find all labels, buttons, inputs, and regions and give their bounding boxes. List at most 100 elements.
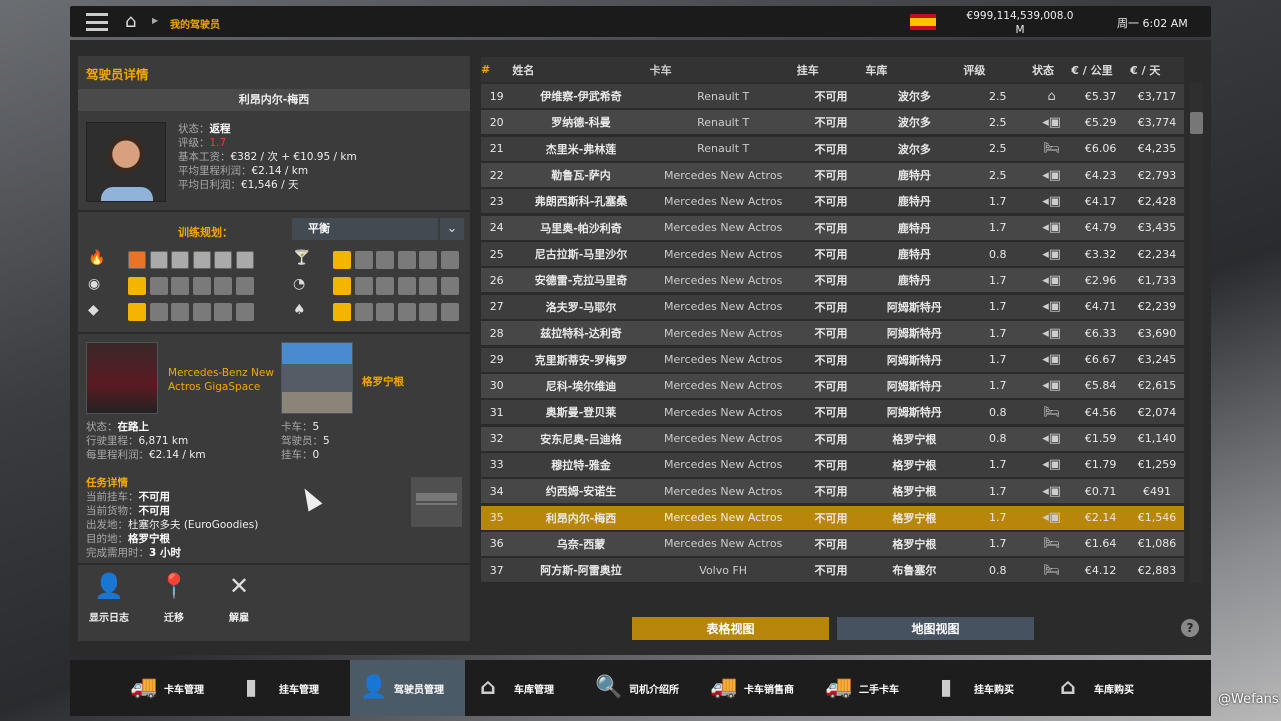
column-header[interactable]: 状态 (1032, 62, 1071, 78)
fragile-skill-level-3 (376, 251, 394, 269)
nav-item-4[interactable]: ⌂ 车库管理 (470, 660, 582, 716)
driver-name: 穆拉特-雅金 (551, 458, 611, 472)
profit-per-day: €2,883 (1137, 563, 1177, 577)
profit-per-km: €6.33 (1084, 326, 1117, 340)
driver-name: 安德雷-克拉马里奇 (534, 274, 628, 288)
relocate-button[interactable]: 📍 迁移 (151, 571, 197, 627)
column-header[interactable]: 评级 (963, 62, 1032, 78)
urgent-skill-level-5 (419, 277, 437, 295)
driving-status-icon: ◂▣ (1042, 299, 1062, 315)
row-number: 25 (489, 247, 504, 261)
table-row[interactable]: 30 尼科-埃尔维迪 Mercedes New Actros 不可用 阿姆斯特丹 1.7 ◂… (481, 373, 1184, 398)
urgent-skill-level-4 (397, 277, 416, 295)
column-header[interactable]: 姓名 (512, 62, 649, 78)
nav-item-2[interactable]: ▮ 挂车管理 (235, 660, 347, 716)
profit-per-km: €1.79 (1084, 458, 1117, 472)
column-header[interactable]: # (481, 63, 512, 76)
valuable-skill-level-2 (149, 303, 168, 321)
profit-per-day: €2,428 (1137, 194, 1177, 208)
training-plan-dropdown[interactable]: 平衡 (292, 218, 438, 240)
urgent-skill-level-3 (376, 277, 394, 295)
nav-item-7[interactable]: 🚚 二手卡车 (815, 660, 927, 716)
nav-item-6[interactable]: 🚚 卡车销售商 (700, 660, 812, 716)
column-header[interactable]: 挂车 (797, 62, 866, 78)
garage-image (281, 342, 353, 414)
table-row[interactable]: 34 约西姆-安诺生 Mercedes New Actros 不可用 格罗宁根 1.7 ◂▣… (481, 479, 1184, 504)
table-row[interactable]: 33 穆拉特-雅金 Mercedes New Actros 不可用 格罗宁根 1.7 ◂▣ €… (481, 452, 1184, 477)
table-row[interactable]: 29 克里斯蒂安-罗梅罗 Mercedes New Actros 不可用 阿姆斯特丹 1.… (481, 347, 1184, 372)
truck-model: Mercedes New Actros (664, 194, 783, 208)
row-number: 23 (489, 194, 504, 208)
eco-skill-level-5 (419, 303, 437, 321)
scrollbar-track[interactable] (1190, 83, 1203, 583)
adr-skill-level-2 (149, 251, 168, 269)
rating: 1.7 (988, 300, 1007, 314)
odometer-label: 行驶里程： (86, 435, 139, 447)
nav-item-3[interactable]: 👤 驾驶员管理 (350, 660, 465, 716)
panel-title: 驾驶员详情 (86, 67, 149, 82)
relocate-icon-label: 迁移 (164, 613, 184, 624)
trailer: 不可用 (814, 379, 848, 393)
driving-status-icon: ◂▣ (1042, 378, 1062, 394)
driver-name: 利昂内尔-梅西 (545, 511, 617, 525)
table-row[interactable]: 35 利昂内尔-梅西 Mercedes New Actros 不可用 格罗宁根 1.7 ◂▣… (481, 505, 1184, 530)
column-header[interactable]: 车库 (865, 62, 963, 78)
table-view-button[interactable]: 表格视图 (632, 617, 829, 640)
table-row[interactable]: 22 勒鲁瓦-萨内 Mercedes New Actros 不可用 鹿特丹 2.5 ◂▣ €4… (481, 163, 1184, 188)
column-header[interactable]: 卡车 (650, 62, 797, 78)
table-row[interactable]: 26 安德雷-克拉马里奇 Mercedes New Actros 不可用 鹿特丹 1.7 ◂… (481, 268, 1184, 293)
garage-drivers: 5 (323, 435, 330, 447)
table-row[interactable]: 25 尼古拉斯-马里沙尔 Mercedes New Actros 不可用 鹿特丹 0.8 ◂… (481, 242, 1184, 267)
table-row[interactable]: 28 兹拉特科-达利奇 Mercedes New Actros 不可用 阿姆斯特丹 1.7… (481, 321, 1184, 346)
log-button[interactable]: 👤 显示日志 (86, 571, 132, 627)
table-row[interactable]: 24 马里奥-帕沙利奇 Mercedes New Actros 不可用 鹿特丹 1.7 ◂▣… (481, 215, 1184, 240)
log-icon: 👤 (94, 572, 124, 600)
rating: 1.7 (988, 221, 1007, 235)
menu-icon[interactable] (86, 13, 108, 31)
nav-item-5[interactable]: 🔍 司机介绍所 (585, 660, 697, 716)
map-view-label: 地图视图 (911, 622, 960, 636)
row-number: 37 (489, 563, 504, 577)
row-number: 21 (489, 142, 504, 156)
column-header[interactable]: € / 公里 (1071, 62, 1130, 78)
trailer: 不可用 (814, 458, 848, 472)
nav-item-1[interactable]: 🚚 卡车管理 (120, 660, 232, 716)
home-icon[interactable]: ⌂ (125, 13, 143, 31)
driver-name: 克里斯蒂安-罗梅罗 (534, 353, 628, 367)
truck-model: Renault T (697, 142, 750, 156)
truck-model: Mercedes New Actros (664, 432, 783, 446)
map-view-button[interactable]: 地图视图 (837, 617, 1034, 640)
profit-per-km: €1.59 (1084, 432, 1117, 446)
driver-name: 尼科-埃尔维迪 (545, 379, 617, 393)
table-row[interactable]: 37 阿方斯-阿雷奥拉 Volvo FH 不可用 布鲁塞尔 0.8 🛏 €4.12 €2,883 (481, 558, 1184, 583)
watermark: @Wefans (1218, 692, 1279, 707)
column-header[interactable]: € / 天 (1130, 62, 1184, 78)
chevron-down-icon[interactable]: ⌄ (440, 218, 464, 240)
garage-trucks: 5 (312, 421, 320, 433)
rating: 1.7 (988, 194, 1007, 208)
truck-name[interactable]: Mercedes-Benz New Actros GigaSpace (168, 366, 278, 394)
garage: 阿姆斯特丹 (886, 353, 942, 367)
rating: 1.7 (988, 484, 1007, 498)
table-row[interactable]: 36 乌奈-西蒙 Mercedes New Actros 不可用 格罗宁根 1.7 🛏 €1.… (481, 531, 1184, 556)
truck-model: Renault T (697, 89, 750, 103)
table-row[interactable]: 19 伊维察-伊武希奇 Renault T 不可用 波尔多 2.5 ⌂ €5.37 €3,717 (481, 84, 1184, 108)
nav-item-8[interactable]: ▮ 挂车购买 (930, 660, 1042, 716)
table-row[interactable]: 27 洛夫罗-马耶尔 Mercedes New Actros 不可用 阿姆斯特丹 1.7 ◂… (481, 294, 1184, 319)
garage: 格罗宁根 (892, 432, 937, 446)
job-title: 任务详情 (86, 477, 128, 489)
nav-item-9[interactable]: ⌂ 车库购买 (1050, 660, 1162, 716)
table-row[interactable]: 31 奥斯曼-登贝莱 Mercedes New Actros 不可用 阿姆斯特丹 0.8 🛏… (481, 400, 1184, 425)
fire-button[interactable]: ✕ 解雇 (216, 571, 262, 627)
table-row[interactable]: 23 弗朗西斯科-孔塞桑 Mercedes New Actros 不可用 鹿特丹 1.7 ◂… (481, 189, 1184, 214)
garage-name[interactable]: 格罗宁根 (362, 374, 404, 389)
urgent-skill-level-1 (333, 277, 351, 295)
table-row[interactable]: 21 杰里米-弗林莲 Renault T 不可用 波尔多 2.5 🛏 €6.06 €4,235 (481, 136, 1184, 161)
table-row[interactable]: 32 安东尼奥-吕迪格 Mercedes New Actros 不可用 格罗宁根 0.8 ◂… (481, 426, 1184, 451)
breadcrumb[interactable]: 我的驾驶员 (170, 16, 220, 31)
table-row[interactable]: 20 罗纳德-科曼 Renault T 不可用 波尔多 2.5 ◂▣ €5.29 €3,774 (481, 110, 1184, 135)
driver-name: 杰里米-弗林莲 (545, 142, 617, 156)
fragile-skill-level-2 (354, 251, 373, 269)
scrollbar-thumb[interactable] (1190, 112, 1203, 134)
help-icon[interactable]: ? (1181, 619, 1199, 637)
